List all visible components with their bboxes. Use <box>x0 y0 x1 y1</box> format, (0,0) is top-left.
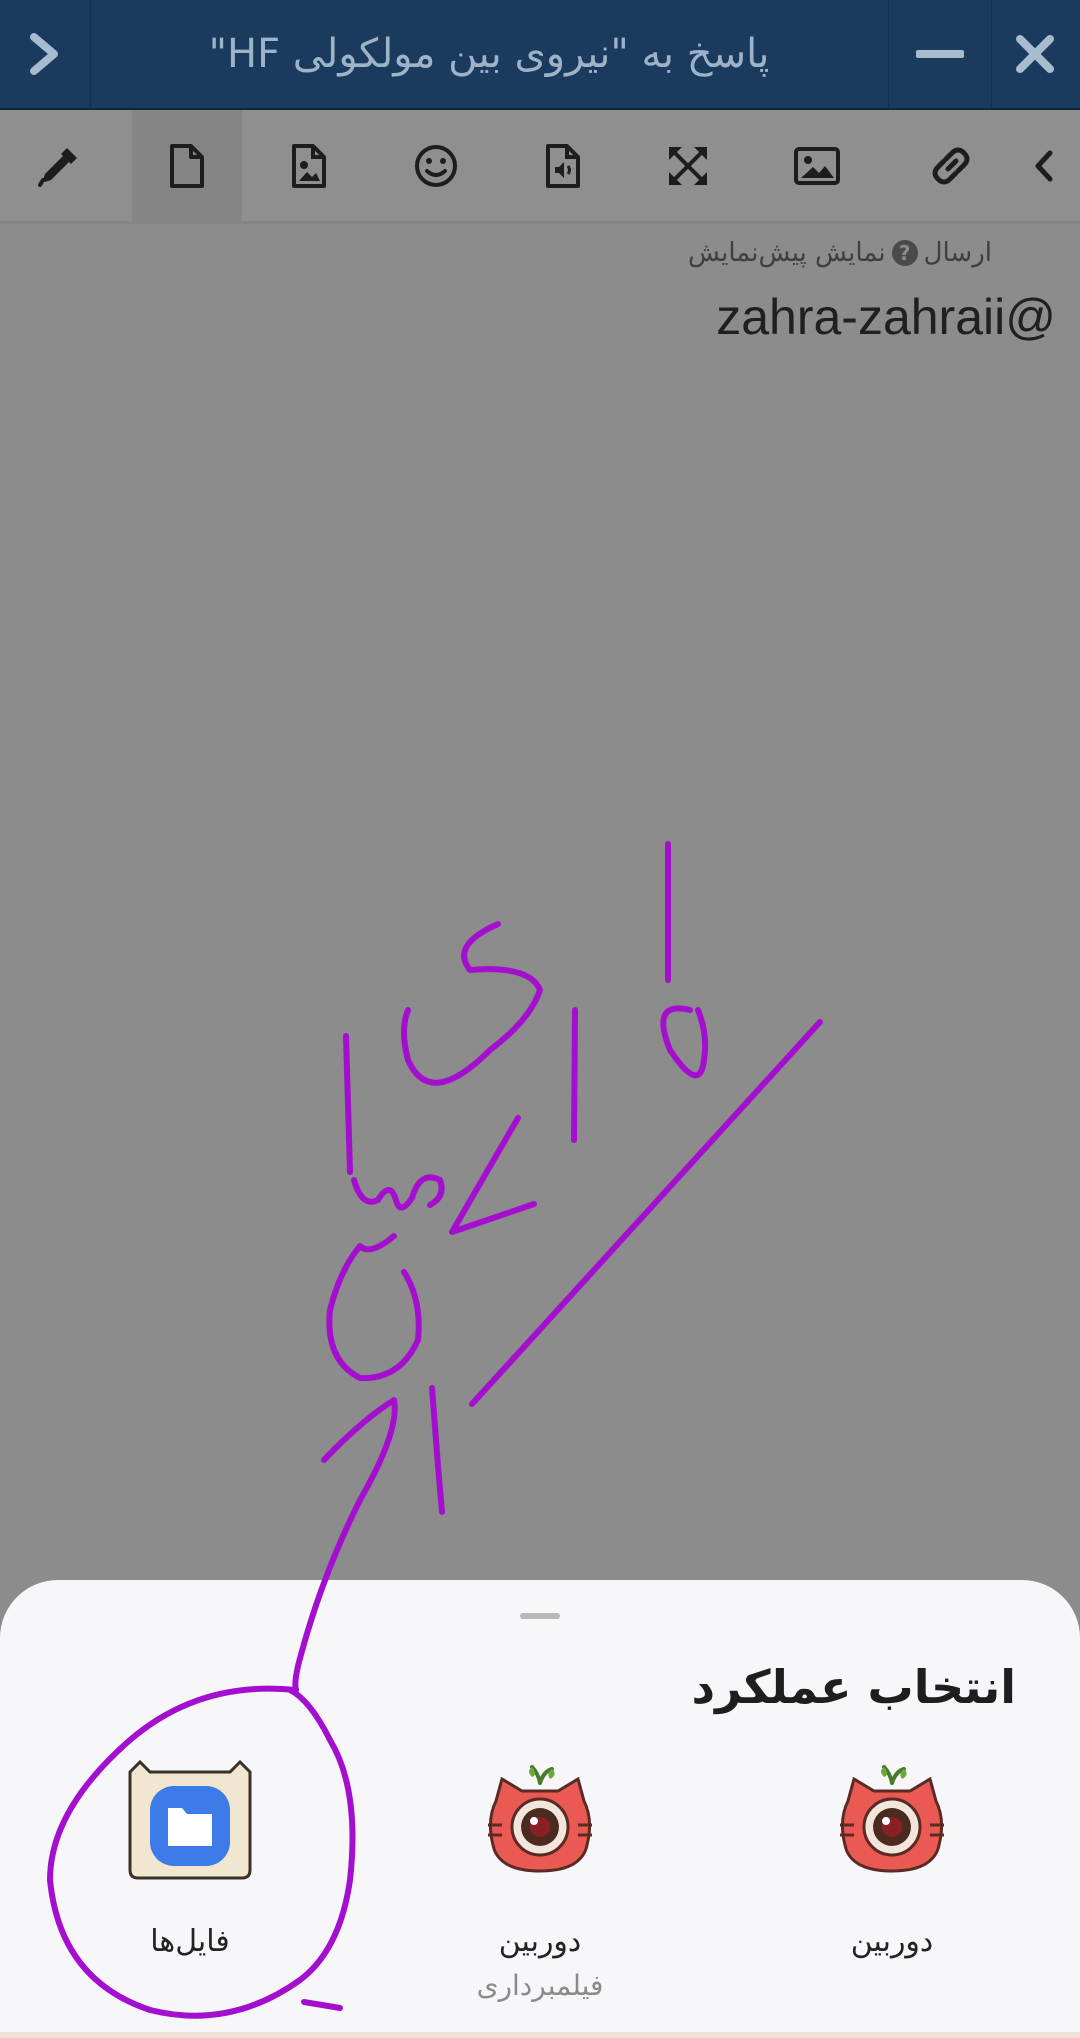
editor-toolbar <box>0 110 1080 224</box>
question-icon[interactable]: ? <box>891 240 918 266</box>
message-editor-text[interactable]: zahra-zahraii@ <box>716 288 1056 346</box>
audio-file-icon <box>546 143 580 188</box>
insert-emoji-button[interactable] <box>381 110 491 221</box>
toolbar-scroll-button[interactable] <box>1030 110 1080 221</box>
emoji-icon <box>415 144 457 187</box>
page-title: پاسخ به "نیروی بین مولکولی HF" <box>208 31 770 77</box>
minimize-button[interactable] <box>888 0 992 108</box>
insert-image-button[interactable] <box>762 110 872 221</box>
send-link[interactable]: ارسال <box>924 238 992 268</box>
camera-app-icon <box>840 1765 944 1873</box>
app-label-video-camera: دوربین <box>498 1924 582 1959</box>
eyedropper-icon <box>38 147 77 187</box>
app-option-files[interactable]: فایل‌ها <box>70 1750 310 1959</box>
file-icon <box>170 143 204 188</box>
nav-bar-strip <box>0 2032 1080 2038</box>
sheet-title: انتخاب عملکرد <box>691 1660 1017 1714</box>
fullscreen-icon <box>669 146 707 185</box>
editor-meta: ارسال ? نمایش پیش‌نمایش <box>688 238 992 268</box>
sheet-drag-handle[interactable] <box>520 1613 560 1619</box>
image-file-icon <box>292 143 326 188</box>
insert-file-button[interactable] <box>132 110 242 221</box>
action-chooser-sheet: انتخاب عملکرد دوربین دوربین فیلمبرداری ف… <box>0 1580 1080 2038</box>
app-option-camera[interactable]: دوربین <box>772 1750 1012 1959</box>
app-label-camera: دوربین <box>850 1924 934 1959</box>
chevron-left-icon <box>1035 150 1053 181</box>
files-app-icon <box>128 1759 252 1880</box>
fullscreen-button[interactable] <box>633 110 743 221</box>
back-button[interactable] <box>0 0 91 108</box>
header-bar: پاسخ به "نیروی بین مولکولی HF" <box>0 0 1080 110</box>
close-icon <box>1016 35 1054 73</box>
app-sublabel-video: فیلمبرداری <box>476 1969 604 2002</box>
insert-image-file-button[interactable] <box>254 110 364 221</box>
close-button[interactable] <box>990 0 1080 108</box>
minus-icon <box>916 50 964 58</box>
camera-app-icon <box>488 1765 592 1873</box>
image-icon <box>794 146 840 185</box>
insert-link-button[interactable] <box>896 110 1006 221</box>
app-option-video-camera[interactable]: دوربین فیلمبرداری <box>420 1750 660 2002</box>
link-icon <box>932 147 970 184</box>
color-picker-button[interactable] <box>4 110 114 221</box>
preview-link[interactable]: نمایش پیش‌نمایش <box>688 238 886 268</box>
app-label-files: فایل‌ها <box>150 1924 230 1959</box>
chevron-right-icon <box>30 33 58 75</box>
insert-audio-button[interactable] <box>508 110 618 221</box>
